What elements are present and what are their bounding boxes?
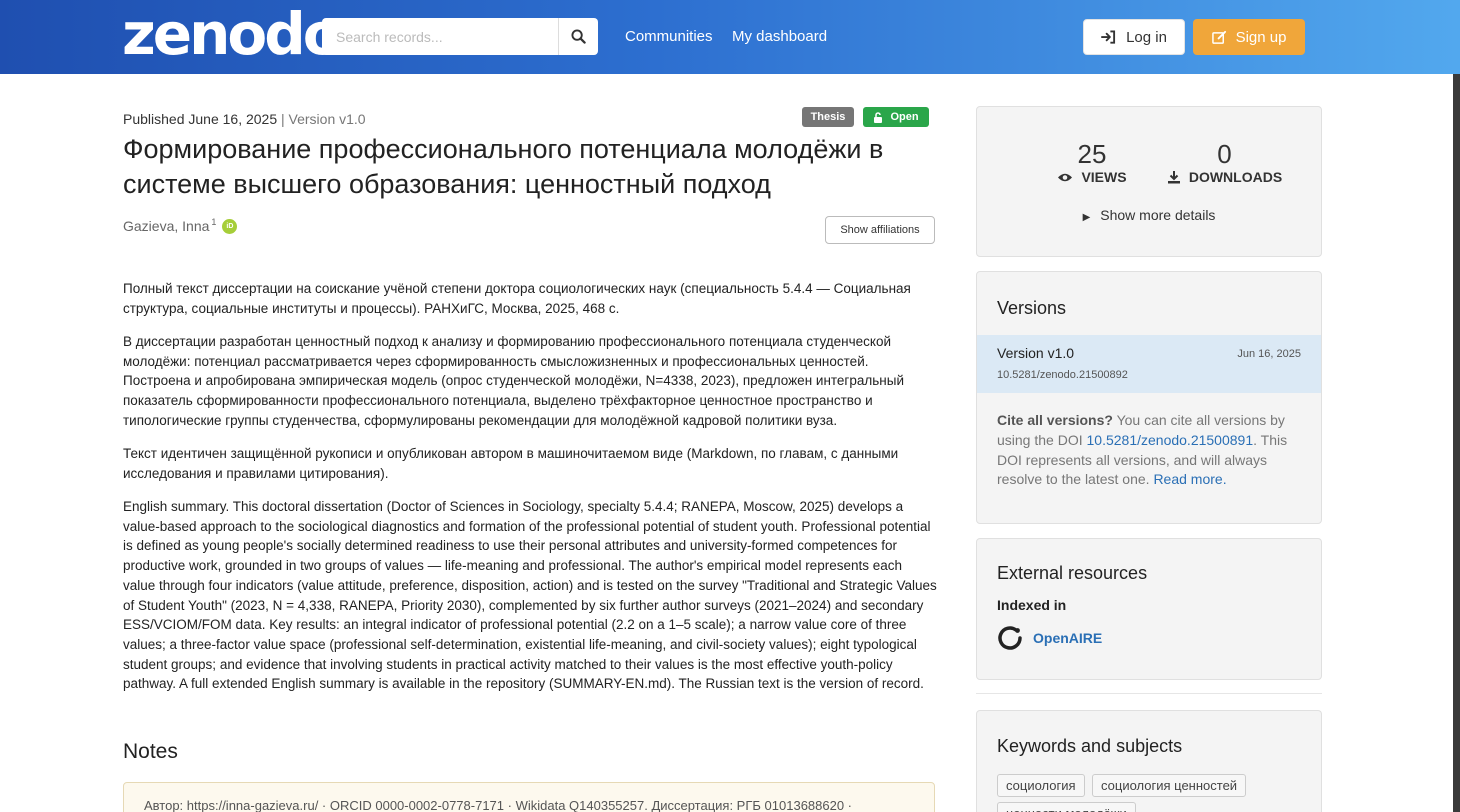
login-label: Log in [1126,28,1167,46]
zenodo-logo[interactable]: zenodo [122,2,343,66]
sign-in-icon [1101,30,1116,44]
nav-my-dashboard[interactable]: My dashboard [732,28,827,45]
login-button[interactable]: Log in [1083,19,1185,55]
description-paragraph: Текст идентичен защищённой рукописи и оп… [123,446,899,481]
orcid-icon[interactable]: iD [222,218,238,234]
external-resources-card: External resources Indexed in OpenAIRE [976,538,1322,680]
keyword-tag[interactable]: социология ценностей [1092,774,1247,797]
openaire-link[interactable]: OpenAIRE [997,625,1102,651]
version-date: Jun 16, 2025 [1237,348,1301,360]
concept-doi-link[interactable]: 10.5281/zenodo.21500891 [1087,432,1254,448]
version-name[interactable]: Version v1.0 [997,345,1074,361]
nav-communities[interactable]: Communities [625,28,713,45]
views-label-text: VIEWS [1081,169,1127,185]
version-item[interactable]: Version v1.0 10.5281/zenodo.21500892 Jun… [977,335,1321,393]
show-more-details-label: Show more details [1100,207,1216,223]
access-label: Open [890,111,919,123]
read-more-link[interactable]: Read more. [1153,471,1226,487]
affiliation-index: 1 [211,217,217,227]
search-box [322,18,598,55]
record-title: Формирование профессионального потенциал… [123,134,884,199]
signup-label: Sign up [1235,28,1287,46]
keyword-tag[interactable]: социология [997,774,1085,797]
signup-button[interactable]: Sign up [1193,19,1305,55]
keywords-heading: Keywords and subjects [997,736,1183,756]
version-doi: 10.5281/zenodo.21500892 [997,369,1128,381]
caret-right-icon: ▶ [1082,212,1091,223]
search-input[interactable] [322,18,558,55]
top-navigation-bar: zenodo Communities My dashboard Log in S… [0,0,1460,74]
window-edge [1453,74,1460,812]
author-name[interactable]: Gazieva, Inna [123,218,209,234]
external-resources-heading: External resources [997,563,1148,583]
openaire-label: OpenAIRE [1033,630,1103,646]
downloads-count: 0 [1217,139,1232,169]
author-line: Gazieva, Inna 1 iD [123,217,238,234]
views-label: VIEWS [1037,169,1147,185]
separator: | [281,111,285,127]
keywords-card: Keywords and subjects социология социоло… [976,710,1322,812]
unlock-icon [874,111,883,123]
divider [976,693,1322,694]
edit-icon [1211,30,1226,44]
access-badge: Open [863,107,929,127]
downloads-stat: 0 DOWNLOADS [1162,139,1287,185]
download-icon [1167,171,1180,184]
notes-text: Автор: https://inna-gazieva.ru/ · ORCID … [144,798,853,812]
eye-icon [1058,173,1073,181]
notes-heading: Notes [123,740,178,763]
published-date: Published June 16, 2025 [123,111,278,127]
views-count: 25 [1077,139,1107,169]
keyword-tag[interactable]: ценности молодёжи [997,802,1136,812]
indexed-in-label: Indexed in [997,597,1067,613]
versions-heading: Versions [997,298,1067,318]
versions-card: Versions Version v1.0 10.5281/zenodo.215… [976,271,1322,524]
views-stat: 25 VIEWS [1037,139,1147,185]
downloads-label: DOWNLOADS [1162,169,1287,185]
search-button[interactable] [558,18,598,55]
resource-type-badge: Thesis [802,107,854,127]
description-paragraph: В диссертации разработан ценностный подх… [123,334,904,428]
stats-card: 25 VIEWS 0 DOWNLOADS ▶ Show more details [976,106,1322,257]
openaire-logo-icon [998,626,1022,650]
description-paragraph: Полный текст диссертации на соискание уч… [123,281,911,316]
search-icon [571,29,586,44]
downloads-label-text: DOWNLOADS [1188,169,1283,185]
cite-all-versions: Cite all versions? You can cite all vers… [997,411,1302,490]
version-label[interactable]: Version v1.0 [289,111,366,127]
show-affiliations-button[interactable]: Show affiliations [825,216,935,244]
description-paragraph: English summary. This doctoral dissertat… [123,499,937,692]
show-more-details-toggle[interactable]: ▶ Show more details [977,207,1321,223]
notes-box: Автор: https://inna-gazieva.ru/ · ORCID … [123,782,935,812]
cite-question: Cite all versions? [997,412,1113,428]
publication-info: Published June 16, 2025 | Version v1.0 [123,111,366,127]
